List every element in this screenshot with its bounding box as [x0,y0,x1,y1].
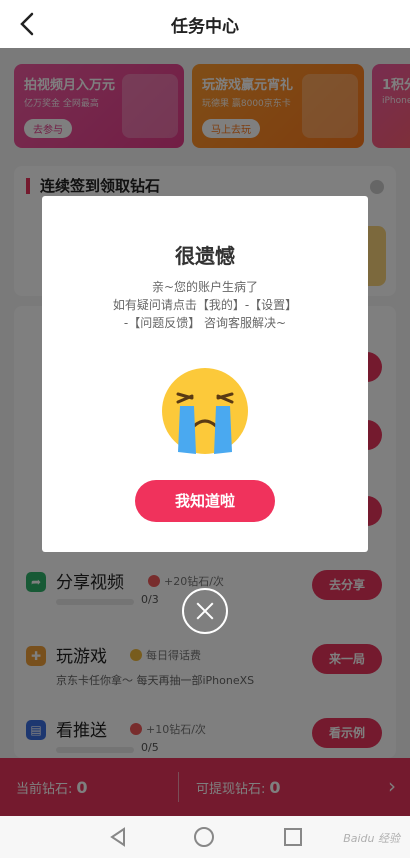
page-title: 任务中心 [171,17,239,37]
close-icon[interactable] [182,588,228,634]
error-dialog: 很遗憾 亲~您的账户生病了 如有疑问请点击【我的】-【设置】 -【问题反馈】 咨… [42,196,368,552]
crying-emoji-icon [162,368,248,454]
watermark: Baidu 经验 [343,832,400,845]
dialog-title: 很遗憾 [175,244,235,268]
system-nav-bar: Baidu 经验 [0,816,410,858]
dialog-line: -【问题反馈】 咨询客服解决~ [123,316,287,330]
header: 任务中心 [0,0,410,48]
dialog-line: 如有疑问请点击【我的】-【设置】 [112,298,298,312]
nav-recent-icon[interactable] [284,828,302,846]
nav-back-icon[interactable] [108,826,128,848]
dialog-message: 亲~您的账户生病了 如有疑问请点击【我的】-【设置】 -【问题反馈】 咨询客服解… [42,278,368,332]
acknowledge-button[interactable]: 我知道啦 [135,480,275,522]
nav-home-icon[interactable] [194,827,214,847]
dialog-line: 亲~您的账户生病了 [151,280,259,294]
